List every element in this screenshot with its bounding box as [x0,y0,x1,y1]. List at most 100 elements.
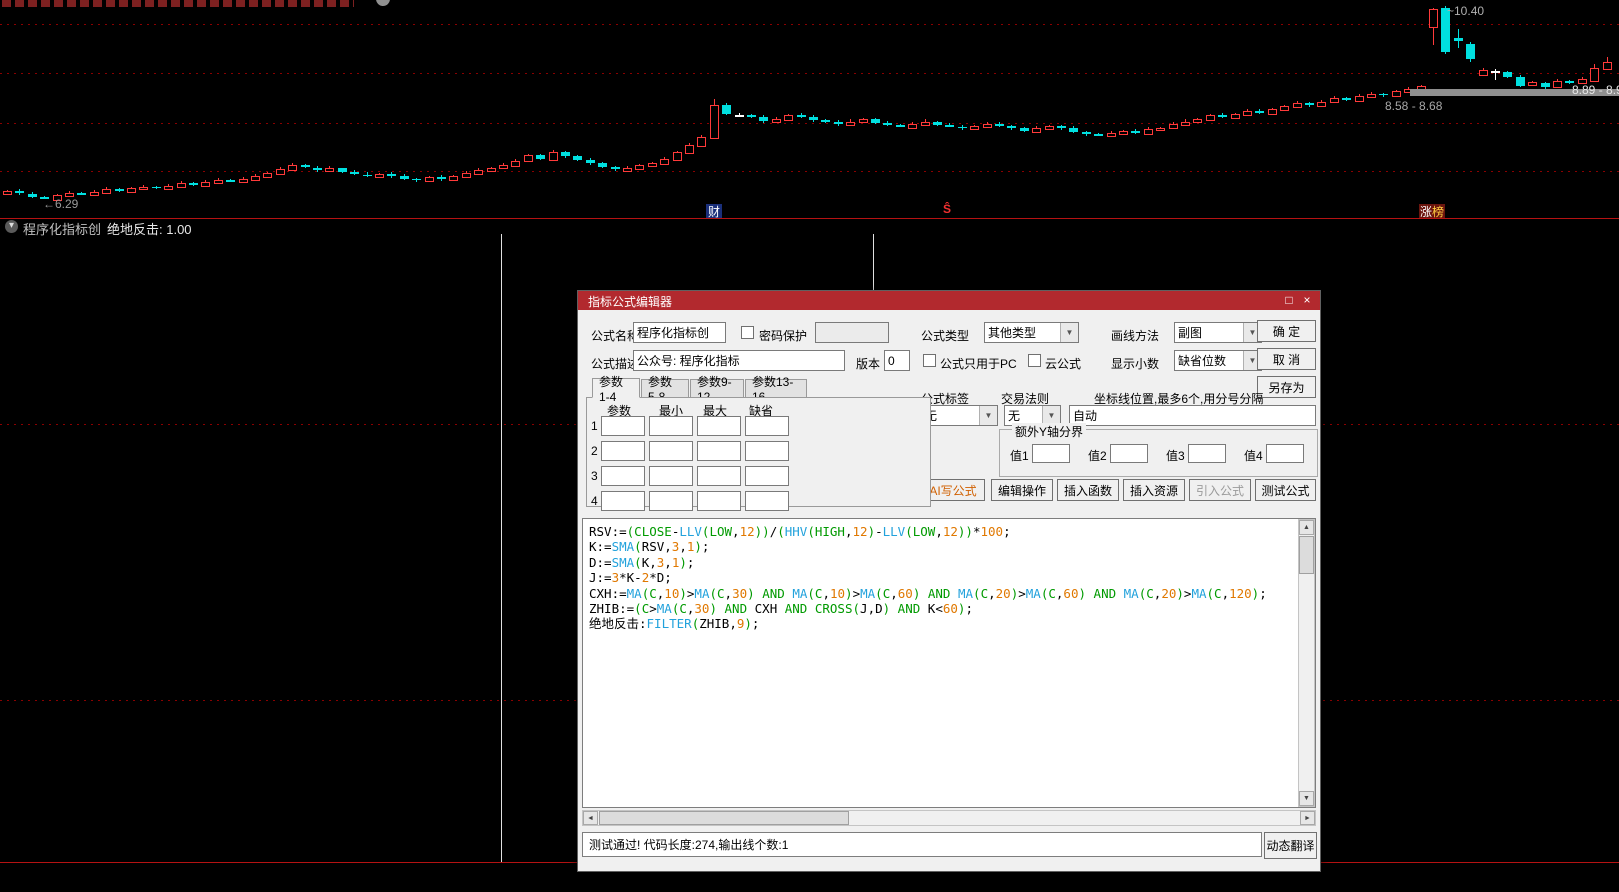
scroll-up-icon[interactable]: ▲ [1299,520,1314,535]
window-help-icon[interactable] [376,0,390,6]
param-input-r1c4[interactable] [745,416,789,436]
param-input-r2c2[interactable] [649,441,693,461]
param-input-r4c3[interactable] [697,491,741,511]
scroll-left-icon[interactable]: ◄ [583,811,598,825]
candle-body [1503,72,1513,77]
candle-body [846,121,856,127]
scroll-down-icon[interactable]: ▼ [1299,791,1314,806]
vscroll-thumb[interactable] [1299,536,1314,574]
tab-参数9-12[interactable]: 参数9-12 [690,375,744,404]
candle-body [647,163,657,168]
candle-body [1205,115,1215,122]
param-input-r1c2[interactable] [649,416,693,436]
scroll-right-icon[interactable]: ► [1300,811,1315,825]
tab-参数13-16[interactable]: 参数13-16 [745,375,807,404]
clipped-window-title [2,0,354,7]
extra-y-input-2[interactable] [1110,444,1148,463]
param-input-r3c2[interactable] [649,466,693,486]
candle-body [1218,115,1228,118]
candle-body [201,181,211,187]
tab-参数5-8[interactable]: 参数5-8 [641,375,689,404]
cancel-button[interactable]: 取 消 [1257,348,1316,370]
candle-body [1057,126,1066,129]
dialog-title: 指标公式编辑器 [588,295,673,309]
param-input-r2c4[interactable] [745,441,789,461]
action-button-插入函数[interactable]: 插入函数 [1057,479,1119,501]
formula-name-input[interactable]: 程序化指标创 [633,322,726,343]
action-button-编辑操作[interactable]: 编辑操作 [991,479,1053,501]
candle-body [1515,76,1525,86]
maximize-icon[interactable]: □ [1282,293,1296,307]
chevron-down-icon[interactable]: ▼ [979,406,997,425]
formula-desc-label: 公式描述 [591,357,640,371]
candle-body [461,172,471,178]
candle-body [1391,91,1401,98]
candle-body [300,165,310,168]
candle-body [1292,102,1302,109]
save-as-button[interactable]: 另存为 [1257,376,1316,398]
formula-type-select[interactable]: 其他类型 ▼ [984,322,1079,343]
decimals-label: 显示小数 [1111,357,1160,371]
param-input-r4c4[interactable] [745,491,789,511]
axis-position-input[interactable]: 自动 [1069,405,1316,426]
candle-body [437,177,446,180]
candle-body [920,121,930,126]
code-line: J:=3*K-2*D; [589,570,672,586]
candle-body [1342,98,1352,101]
close-icon[interactable]: × [1300,293,1314,307]
param-input-r3c1[interactable] [601,466,645,486]
candle-body [449,175,459,182]
action-button-引入公式[interactable]: 引入公式 [1189,479,1251,501]
candle-body [598,163,608,167]
candle-body [511,160,521,167]
formula-code-editor[interactable]: RSV:=(CLOSE-LLV(LOW,12))/(HHV(HIGH,12)-L… [582,518,1316,808]
gridline [0,24,1619,25]
formula-tag-select[interactable]: 无 ▼ [921,405,998,426]
action-button-插入资源[interactable]: 插入资源 [1123,479,1185,501]
low-price-label: ←6.29 [43,197,79,211]
dynamic-translate-button[interactable]: 动态翻译 [1264,832,1317,859]
formula-code-text: RSV:=(CLOSE-LLV(LOW,12))/(HHV(HIGH,12)-L… [589,524,1267,632]
tab-参数1-4[interactable]: 参数1-4 [592,375,640,404]
candle-body [89,191,99,197]
test-status-text: 测试通过! 代码长度:274,输出线个数:1 [589,838,789,852]
candle-body [424,177,434,183]
param-input-r4c1[interactable] [601,491,645,511]
extra-y-axis-group: 额外Y轴分界 值1 值2 值3 值4 [999,423,1318,477]
param-input-r2c1[interactable] [601,441,645,461]
formula-desc-input[interactable]: 公众号: 程序化指标 [633,350,845,371]
candle-body [709,104,719,140]
hscroll-thumb[interactable] [599,811,849,825]
code-vscrollbar[interactable]: ▲ ▼ [1298,519,1315,807]
candle-body [970,126,980,131]
draw-method-select[interactable]: 副图 ▼ [1174,322,1262,343]
candle-body [1230,113,1240,120]
code-hscrollbar[interactable]: ◄ ► [582,810,1316,826]
extra-y-label-4: 值4 [1244,449,1263,463]
param-input-r2c3[interactable] [697,441,741,461]
collapse-chevron-icon[interactable]: ▾ [5,220,18,233]
extra-y-label-3: 值3 [1166,449,1185,463]
candle-body [151,186,161,189]
version-input[interactable]: 0 [884,350,910,371]
param-input-r3c3[interactable] [697,466,741,486]
param-input-r1c1[interactable] [601,416,645,436]
mid-range-label: 8.58 - 8.68 [1385,99,1443,113]
extra-y-input-1[interactable] [1032,444,1070,463]
cloud-formula-checkbox[interactable] [1028,354,1041,367]
candle-body [957,126,967,129]
pc-only-checkbox[interactable] [923,354,936,367]
chevron-down-icon[interactable]: ▼ [1060,323,1078,342]
dialog-titlebar[interactable]: 指标公式编辑器 □ × [578,291,1320,310]
extra-y-input-4[interactable] [1266,444,1304,463]
param-input-r4c2[interactable] [649,491,693,511]
ok-button[interactable]: 确 定 [1257,320,1316,342]
param-input-r3c4[interactable] [745,466,789,486]
decimals-select[interactable]: 缺省位数 ▼ [1174,350,1262,371]
action-button-测试公式[interactable]: 测试公式 [1255,479,1316,501]
extra-y-input-3[interactable] [1188,444,1226,463]
candle-body [623,168,632,172]
password-protect-checkbox[interactable] [741,326,754,339]
candle-body [1106,133,1116,138]
param-input-r1c3[interactable] [697,416,741,436]
